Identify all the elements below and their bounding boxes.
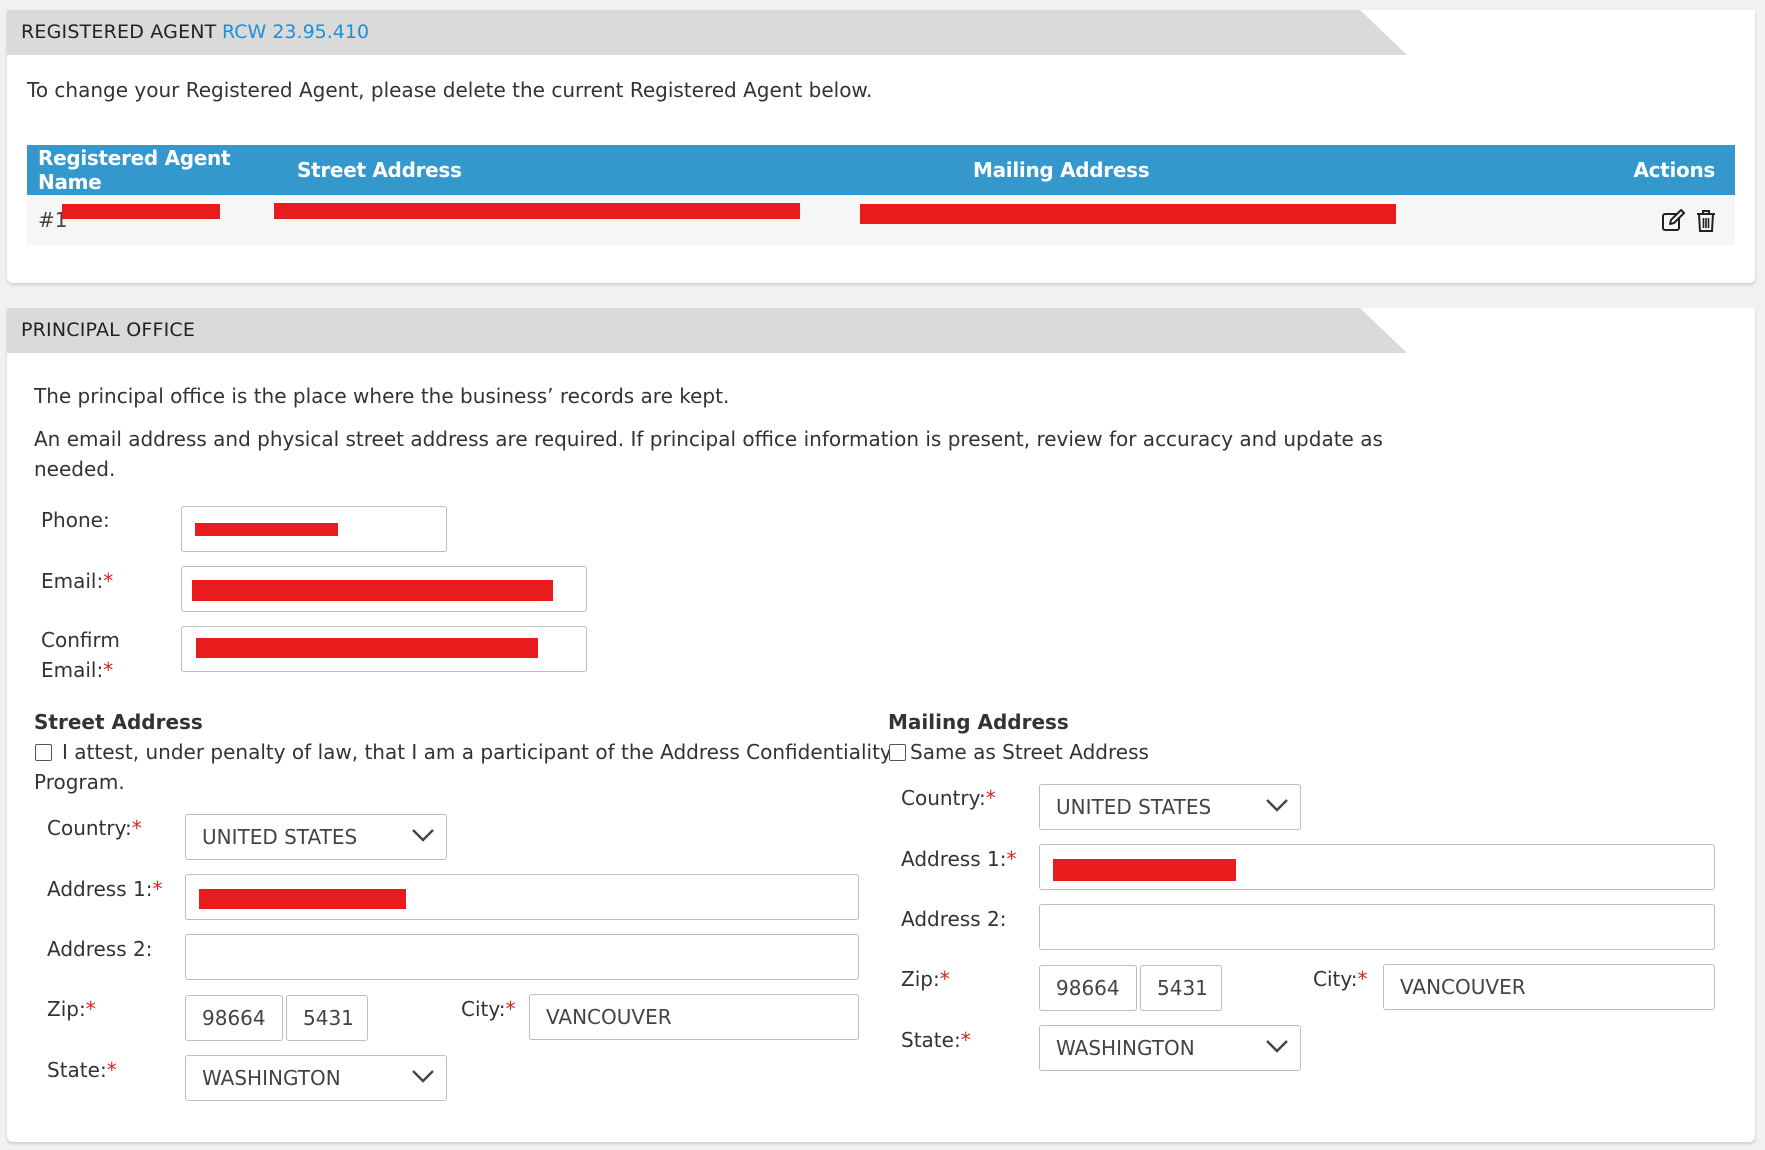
mailing-country-label: Country:* [901,786,996,810]
chevron-down-icon [412,1070,434,1083]
redacted-mailing-address1 [1053,859,1236,881]
mailing-city-label: City:* [1313,967,1368,991]
principal-office-intro-2a: An email address and physical street add… [34,427,1383,451]
street-zip4-input[interactable]: 5431 [286,995,368,1041]
redacted-street-address [274,203,800,219]
street-country-select[interactable]: UNITED STATES [185,814,447,860]
street-address2-input[interactable] [185,934,859,980]
street-city-label: City:* [461,997,516,1021]
chevron-down-icon [1266,799,1288,812]
street-city-input[interactable]: VANCOUVER [529,994,859,1040]
phone-label: Phone: [41,508,110,532]
mailing-zip-label: Zip:* [901,967,950,991]
mailing-zip4-input[interactable]: 5431 [1140,965,1222,1011]
chevron-down-icon [412,829,434,842]
mailing-city-input[interactable]: VANCOUVER [1383,964,1715,1010]
mailing-address2-input[interactable] [1039,904,1715,950]
acp-attest-checkbox[interactable] [35,744,52,761]
confirm-email-label-2: Email:* [41,658,114,682]
same-as-street-label: Same as Street Address [910,740,1149,764]
mailing-country-select[interactable]: UNITED STATES [1039,784,1301,830]
registered-agent-panel: REGISTERED AGENT RCW 23.95.410 To change… [7,10,1755,283]
principal-office-intro-2b: needed. [34,457,116,481]
chevron-down-icon [1266,1040,1288,1053]
acp-attest-label-2: Program. [34,770,125,794]
mailing-state-select[interactable]: WASHINGTON [1039,1025,1301,1071]
street-country-label: Country:* [47,816,142,840]
redacted-confirm-email [196,638,538,658]
mailing-address2-label: Address 2: [901,907,1007,931]
registered-agent-instruction: To change your Registered Agent, please … [27,78,873,102]
registered-agent-title: REGISTERED AGENT [21,21,217,43]
street-address-heading: Street Address [34,710,203,734]
same-as-street-checkbox[interactable] [889,744,906,761]
email-label: Email:* [41,569,114,593]
col-agent-name: Registered Agent Name [27,145,286,195]
acp-attest-label-1: I attest, under penalty of law, that I a… [62,740,892,764]
edit-icon[interactable] [1661,208,1687,233]
redacted-phone [195,523,338,536]
rcw-link[interactable]: RCW 23.95.410 [222,10,369,55]
principal-office-header: PRINCIPAL OFFICE [7,308,1755,353]
actions-cell [1615,195,1735,245]
mailing-state-label: State:* [901,1028,971,1052]
principal-office-title: PRINCIPAL OFFICE [21,319,196,341]
street-address2-label: Address 2: [47,937,153,961]
street-zip-label: Zip:* [47,997,96,1021]
col-actions: Actions [1615,145,1735,195]
mailing-zip-input[interactable]: 98664 [1039,965,1137,1011]
col-mailing-address: Mailing Address [962,145,1615,195]
registered-agent-header: REGISTERED AGENT RCW 23.95.410 [7,10,1755,55]
col-street-address: Street Address [286,145,962,195]
street-address1-label: Address 1:* [47,877,163,901]
street-state-label: State:* [47,1058,117,1082]
principal-office-panel: PRINCIPAL OFFICE The principal office is… [7,308,1755,1142]
redacted-mailing-address [860,204,1396,224]
trash-icon[interactable] [1695,209,1717,233]
redacted-agent-name [62,204,220,219]
redacted-street-address1 [199,889,406,909]
agent-name-cell: #1 [27,195,286,245]
principal-office-intro-1: The principal office is the place where … [34,384,730,408]
street-state-select[interactable]: WASHINGTON [185,1055,447,1101]
redacted-email [192,580,553,601]
confirm-email-label-1: Confirm [41,628,120,652]
mailing-address-heading: Mailing Address [888,710,1069,734]
registered-agent-table: Registered Agent Name Street Address Mai… [27,145,1735,245]
mailing-address1-label: Address 1:* [901,847,1017,871]
street-zip-input[interactable]: 98664 [185,995,283,1041]
